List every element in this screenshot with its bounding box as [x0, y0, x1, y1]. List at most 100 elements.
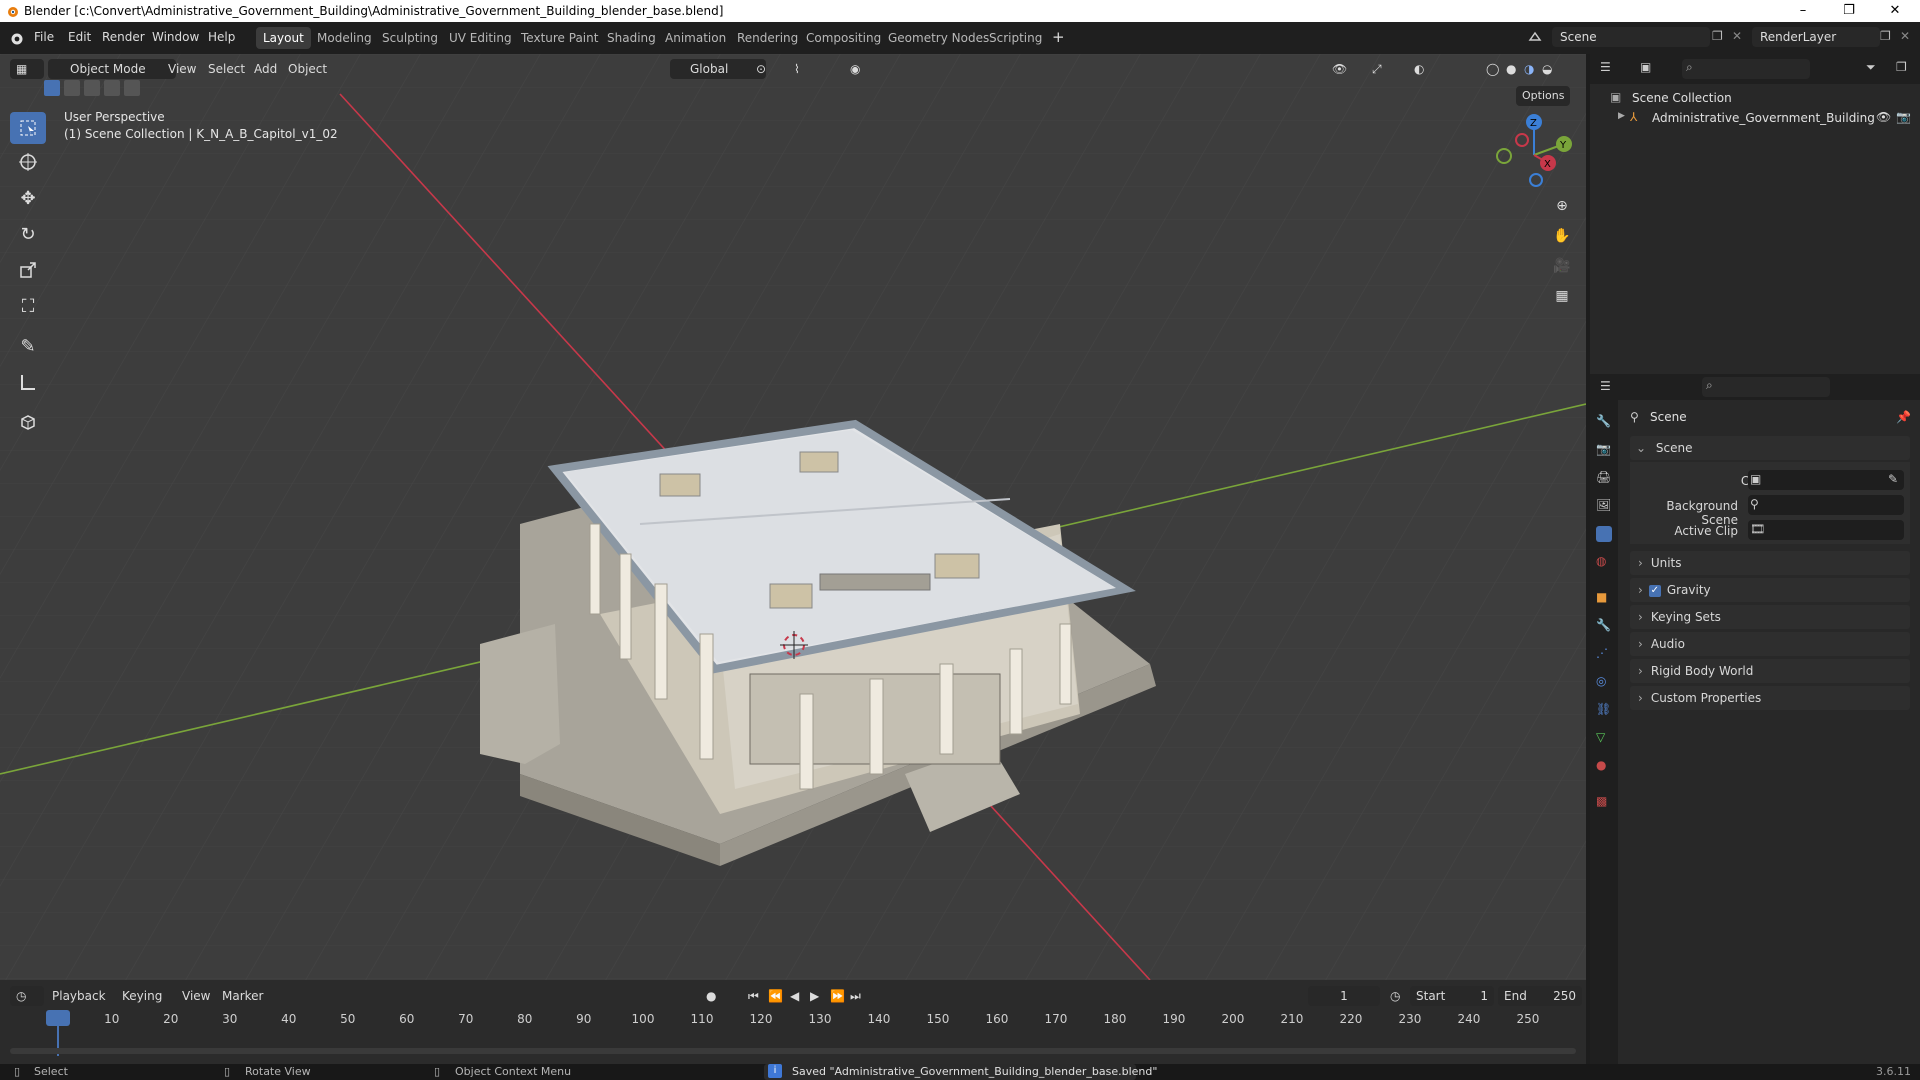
tool-cursor[interactable] [10, 146, 46, 178]
menu-keying[interactable]: Keying [122, 986, 162, 1006]
physics-tab-icon[interactable]: ◎ [1596, 674, 1612, 690]
menu-render[interactable]: Render [102, 30, 145, 44]
tab-layout[interactable]: Layout [256, 27, 311, 49]
tab-texture-paint[interactable]: Texture Paint [514, 27, 605, 49]
timeline-editor-type-button[interactable]: ◷ [10, 986, 44, 1006]
scene-tab-icon[interactable] [1596, 526, 1612, 542]
constraints-tab-icon[interactable]: ⛓ [1596, 702, 1612, 718]
add-workspace-icon[interactable]: + [1052, 28, 1065, 46]
3d-viewport[interactable] [0, 54, 1586, 980]
camera-field[interactable] [1748, 470, 1904, 490]
view-layer-tab-icon[interactable]: 🖼 [1596, 498, 1612, 514]
units-panel[interactable]: › Units [1630, 551, 1910, 575]
tool-add-cube[interactable] [10, 406, 46, 438]
tool-scale[interactable] [10, 254, 46, 286]
material-shading-icon[interactable]: ◑ [1524, 59, 1534, 79]
rendered-shading-icon[interactable]: ◒ [1542, 59, 1552, 79]
tool-select-box[interactable] [10, 112, 46, 144]
start-frame-field[interactable]: Start 1 [1410, 986, 1494, 1006]
menu-edit[interactable]: Edit [68, 30, 91, 44]
maximize-button[interactable]: ❐ [1826, 0, 1872, 22]
pin-icon[interactable]: 📌 [1896, 410, 1911, 424]
tab-animation[interactable]: Animation [658, 27, 733, 49]
menu-object[interactable]: Object [288, 59, 327, 79]
snap-icon[interactable]: ⌇ [794, 59, 800, 79]
render-camera-icon[interactable]: 📷 [1896, 110, 1911, 124]
minimize-button[interactable]: – [1780, 0, 1826, 22]
tool-tab-icon[interactable]: 🔧 [1596, 414, 1612, 430]
select-intersect-icon[interactable] [124, 80, 140, 96]
tool-transform[interactable]: ⛶ [10, 290, 46, 322]
scene-selector[interactable]: Scene [1552, 27, 1710, 47]
render-tab-icon[interactable]: 📷 [1596, 442, 1612, 458]
eye-icon[interactable]: 👁 [1876, 110, 1891, 124]
playhead[interactable] [46, 1010, 70, 1026]
modifier-tab-icon[interactable]: 🔧 [1596, 618, 1612, 634]
filter-icon[interactable]: ⏷ [1866, 60, 1876, 75]
menu-select[interactable]: Select [208, 59, 245, 79]
pivot-icon[interactable]: ⊙ [756, 59, 766, 79]
gizmo-toggle-icon[interactable]: ⤢ [1372, 59, 1382, 79]
camera-view-button[interactable]: 🎥 [1548, 252, 1576, 280]
mode-selector[interactable]: Object Mode [48, 59, 176, 79]
tab-sculpting[interactable]: Sculpting [375, 27, 445, 49]
clock-icon[interactable]: ◷ [1390, 986, 1400, 1006]
outliner-editor-type-icon[interactable]: ☰ [1600, 60, 1611, 74]
scene-panel-header[interactable]: ⌄ Scene [1630, 436, 1910, 460]
visibility-icon[interactable]: 👁 [1332, 59, 1347, 79]
end-frame-field[interactable]: End 250 [1498, 986, 1582, 1006]
world-tab-icon[interactable]: ◍ [1596, 554, 1612, 570]
play-icon[interactable]: ▶ [810, 986, 819, 1006]
new-renderlayer-icon[interactable]: ❐ [1880, 29, 1891, 43]
tab-geometry-nodes[interactable]: Geometry Nodes [881, 27, 996, 49]
options-button[interactable]: Options [1516, 86, 1571, 106]
jump-end-icon[interactable]: ⏭ [850, 986, 861, 1006]
custom-properties-panel[interactable]: › Custom Properties [1630, 686, 1910, 710]
active-clip-field[interactable] [1748, 520, 1904, 540]
timeline-scrollbar[interactable] [10, 1048, 1576, 1054]
overlay-toggle-icon[interactable]: ◐ [1414, 59, 1424, 79]
jump-start-icon[interactable]: ⏮ [748, 986, 759, 1006]
renderlayer-selector[interactable]: RenderLayer [1752, 27, 1880, 47]
editor-type-button[interactable]: ▦ [10, 59, 44, 79]
eyedropper-icon[interactable]: ✎ [1888, 472, 1898, 486]
background-scene-field[interactable] [1748, 495, 1904, 515]
tab-uv-editing[interactable]: UV Editing [442, 27, 519, 49]
tool-move[interactable]: ✥ [10, 182, 46, 214]
object-tab-icon[interactable]: ■ [1596, 590, 1612, 606]
expand-arrow-icon[interactable]: ▶ [1618, 111, 1625, 121]
select-extend-icon[interactable] [64, 80, 80, 96]
tool-annotate[interactable]: ✎ [10, 330, 46, 362]
timeline-ruler[interactable]: 1102030405060708090100110120130140150160… [0, 1008, 1586, 1048]
tool-rotate[interactable]: ↻ [10, 218, 46, 250]
outliner-item-building[interactable]: Administrative_Government_Building [1652, 111, 1875, 125]
delete-renderlayer-icon[interactable]: ✕ [1900, 29, 1910, 43]
select-subtract-icon[interactable] [84, 80, 100, 96]
blender-menu-icon[interactable] [8, 30, 24, 46]
gravity-panel[interactable]: › ✓ Gravity [1630, 578, 1910, 602]
new-collection-icon[interactable]: ❐ [1896, 60, 1907, 74]
zoom-button[interactable]: ⊕ [1548, 192, 1576, 220]
data-tab-icon[interactable]: ▽ [1596, 730, 1612, 746]
particles-tab-icon[interactable]: ⋰ [1596, 646, 1612, 662]
keying-sets-panel[interactable]: › Keying Sets [1630, 605, 1910, 629]
scene-icon[interactable] [1528, 30, 1542, 44]
menu-timeline-view[interactable]: View [182, 986, 210, 1006]
new-scene-icon[interactable]: ❐ [1712, 29, 1723, 43]
tab-rendering[interactable]: Rendering [730, 27, 805, 49]
menu-window[interactable]: Window [152, 30, 199, 44]
properties-search-input[interactable] [1702, 377, 1830, 397]
delete-scene-icon[interactable]: ✕ [1732, 29, 1742, 43]
wireframe-shading-icon[interactable]: ◯ [1486, 59, 1499, 79]
menu-playback[interactable]: Playback [52, 986, 106, 1006]
menu-view[interactable]: View [168, 59, 196, 79]
tool-measure[interactable] [10, 366, 46, 398]
gravity-checkbox[interactable]: ✓ [1648, 584, 1661, 597]
play-reverse-icon[interactable]: ◀ [790, 986, 799, 1006]
record-icon[interactable]: ● [706, 986, 716, 1006]
output-tab-icon[interactable]: 🖨 [1596, 470, 1612, 486]
material-tab-icon[interactable]: ● [1596, 758, 1612, 774]
tab-shading[interactable]: Shading [600, 27, 663, 49]
tab-scripting[interactable]: Scripting [982, 27, 1049, 49]
next-keyframe-icon[interactable]: ⏩ [830, 986, 845, 1006]
